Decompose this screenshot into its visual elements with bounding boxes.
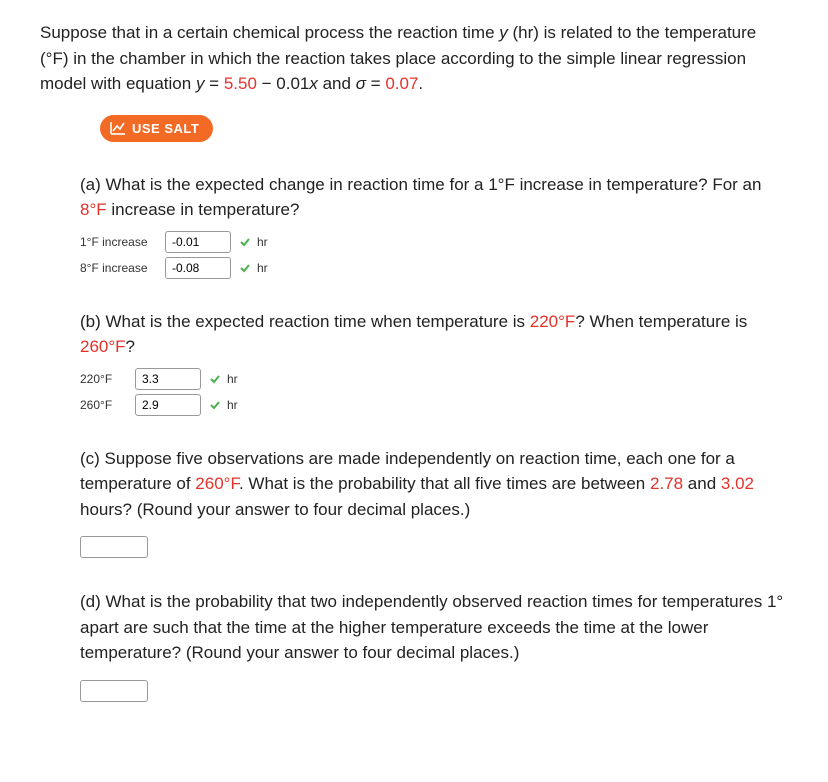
- part-b-red-2: 260°F: [80, 337, 126, 356]
- part-b-text-3: ?: [126, 337, 135, 356]
- eq-period: .: [418, 74, 423, 93]
- part-a-prompt: (a) What is the expected change in react…: [80, 172, 788, 223]
- part-d-prompt: (d) What is the probability that two ind…: [80, 589, 788, 666]
- part-a-row-2: 8°F increase hr: [80, 257, 788, 279]
- part-a-row-1: 1°F increase hr: [80, 231, 788, 253]
- part-b-row2-unit: hr: [227, 396, 238, 414]
- part-a-text-1: (a) What is the expected change in react…: [80, 175, 761, 194]
- part-b-row-1: 220°F hr: [80, 368, 788, 390]
- use-salt-label: USE SALT: [132, 121, 199, 136]
- eq-5-50: 5.50: [224, 74, 257, 93]
- part-b-row1-unit: hr: [227, 370, 238, 388]
- part-b-prompt: (b) What is the expected reaction time w…: [80, 309, 788, 360]
- eq-sigma: σ: [356, 74, 366, 93]
- part-a-row1-input[interactable]: [165, 231, 231, 253]
- part-b-red-1: 220°F: [530, 312, 576, 331]
- eq-eq2: =: [366, 74, 385, 93]
- eq-0-07: 0.07: [385, 74, 418, 93]
- part-c-text-2: . What is the probability that all five …: [239, 474, 650, 493]
- part-a-red: 8°F: [80, 200, 107, 219]
- part-d-input[interactable]: [80, 680, 148, 702]
- part-c-red-1: 260°F: [195, 474, 239, 493]
- part-a-row1-unit: hr: [257, 233, 268, 251]
- eq-mid: − 0.01: [257, 74, 309, 93]
- part-c: (c) Suppose five observations are made i…: [40, 446, 788, 560]
- part-c-input[interactable]: [80, 536, 148, 558]
- intro-text-1: Suppose that in a certain chemical proce…: [40, 23, 499, 42]
- chart-icon: [110, 121, 126, 135]
- part-b-text-1: (b) What is the expected reaction time w…: [80, 312, 530, 331]
- part-a-row2-label: 8°F increase: [80, 259, 165, 277]
- var-y: y: [499, 23, 508, 42]
- eq-eq: =: [204, 74, 223, 93]
- part-a-row2-input[interactable]: [165, 257, 231, 279]
- check-icon: [209, 373, 221, 385]
- part-b-row1-input[interactable]: [135, 368, 201, 390]
- eq-x: x: [309, 74, 318, 93]
- part-a: (a) What is the expected change in react…: [40, 172, 788, 279]
- eq-and: and: [318, 74, 356, 93]
- check-icon: [239, 262, 251, 274]
- part-a-row1-label: 1°F increase: [80, 233, 165, 251]
- part-a-text-2: increase in temperature?: [107, 200, 300, 219]
- part-d: (d) What is the probability that two ind…: [40, 589, 788, 703]
- check-icon: [209, 399, 221, 411]
- part-a-row2-unit: hr: [257, 259, 268, 277]
- part-c-text-3: and: [683, 474, 721, 493]
- part-b: (b) What is the expected reaction time w…: [40, 309, 788, 416]
- part-c-red-2: 2.78: [650, 474, 683, 493]
- part-b-row2-input[interactable]: [135, 394, 201, 416]
- use-salt-button[interactable]: USE SALT: [100, 115, 213, 142]
- part-b-row-2: 260°F hr: [80, 394, 788, 416]
- part-c-text-4: hours? (Round your answer to four decima…: [80, 500, 470, 519]
- part-c-red-3: 3.02: [721, 474, 754, 493]
- check-icon: [239, 236, 251, 248]
- part-b-row2-label: 260°F: [80, 396, 135, 414]
- part-c-prompt: (c) Suppose five observations are made i…: [80, 446, 788, 523]
- part-b-row1-label: 220°F: [80, 370, 135, 388]
- part-b-text-2: ? When temperature is: [575, 312, 747, 331]
- problem-intro: Suppose that in a certain chemical proce…: [40, 20, 788, 97]
